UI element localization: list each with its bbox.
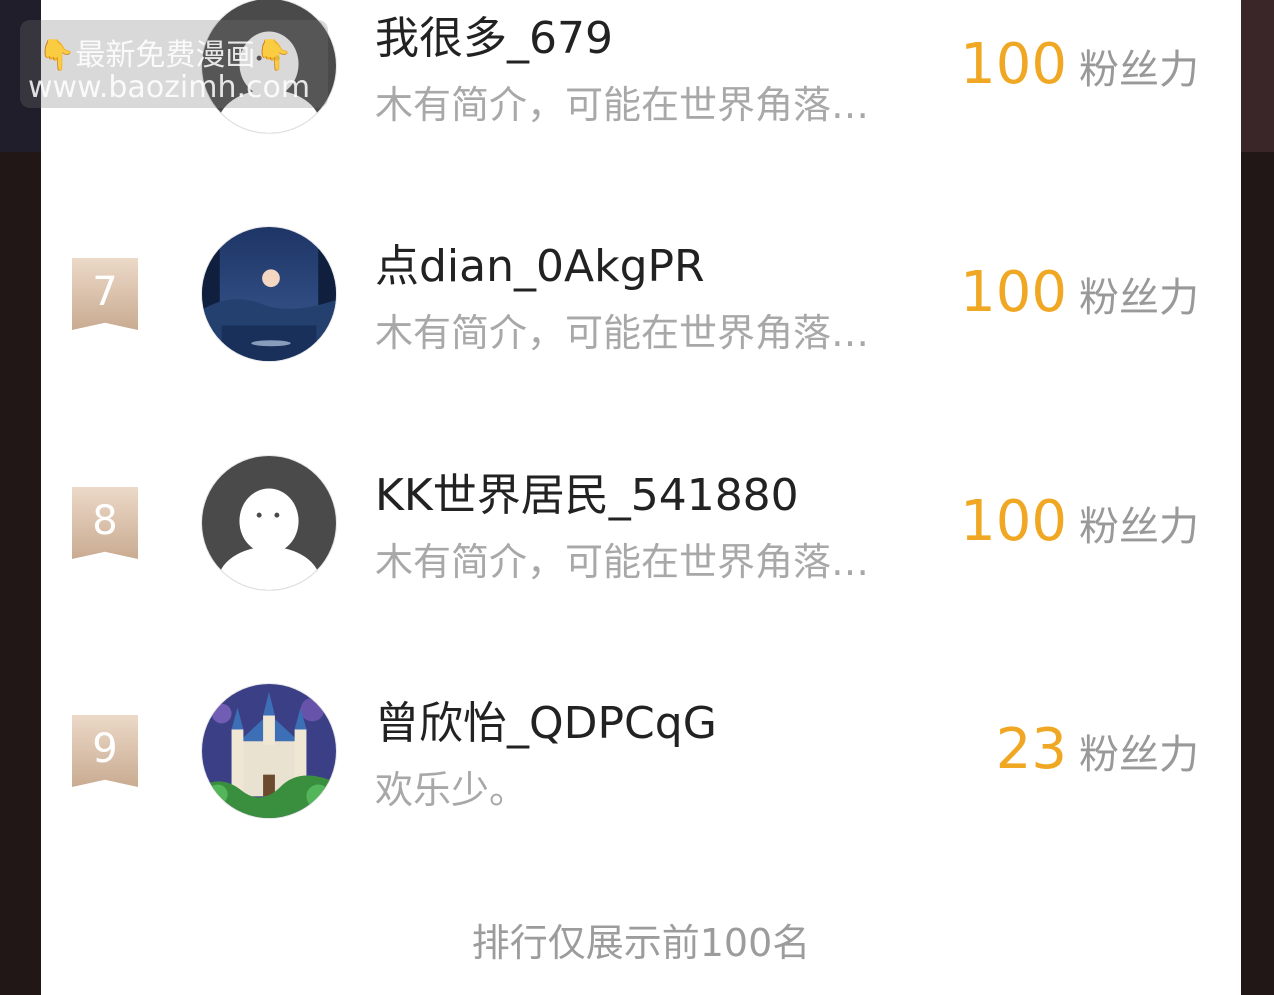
- rank-badge: 9: [72, 715, 138, 787]
- user-bio: 木有简介，可能在世界角落…: [375, 311, 870, 355]
- user-name[interactable]: 我很多_679: [375, 2, 613, 66]
- user-name[interactable]: KK世界居民_541880: [375, 459, 799, 523]
- user-avatar[interactable]: [201, 455, 337, 591]
- user-avatar[interactable]: [201, 226, 337, 362]
- ranking-row[interactable]: 7 点dian_0AkgPR 木有简介，可能在世界角落… 100 粉丝力: [41, 226, 1241, 376]
- fan-power-score: 100 粉丝力: [960, 489, 1199, 554]
- user-bio: 木有简介，可能在世界角落…: [375, 83, 870, 127]
- fan-power-value: 23: [995, 717, 1067, 782]
- fan-power-unit: 粉丝力: [1079, 504, 1199, 550]
- watermark-text: 👇最新免费漫画👇: [38, 38, 293, 73]
- ranking-row[interactable]: 9 曾欣怡_QDPCqG 欢乐少。 23 粉丝力: [41, 683, 1241, 833]
- user-bio: 欢乐少。: [375, 768, 528, 812]
- user-avatar[interactable]: [201, 683, 337, 819]
- fan-power-score: 100 粉丝力: [960, 260, 1199, 325]
- fan-power-unit: 粉丝力: [1079, 47, 1199, 93]
- fan-ranking-panel: 我很多_679 木有简介，可能在世界角落… 100 粉丝力 7 点dian_0A…: [41, 0, 1241, 995]
- fan-power-score: 23 粉丝力: [996, 717, 1199, 782]
- user-name[interactable]: 点dian_0AkgPR: [375, 230, 705, 294]
- fan-power-value: 100: [960, 260, 1067, 325]
- user-bio: 木有简介，可能在世界角落…: [375, 540, 870, 584]
- watermark-url: www.baozimh.com: [28, 70, 311, 105]
- fan-power-score: 100 粉丝力: [960, 32, 1199, 97]
- fan-power-unit: 粉丝力: [1079, 732, 1199, 778]
- ranking-footer-note: 排行仅展示前100名: [471, 921, 811, 965]
- watermark: 👇最新免费漫画👇 www.baozimh.com: [20, 20, 328, 108]
- ranking-row[interactable]: 8 KK世界居民_541880 木有简介，可能在世界角落… 100 粉丝力: [41, 455, 1241, 605]
- rank-badge: 7: [72, 258, 138, 330]
- fan-power-unit: 粉丝力: [1079, 275, 1199, 321]
- user-name[interactable]: 曾欣怡_QDPCqG: [375, 687, 717, 751]
- rank-badge: 8: [72, 487, 138, 559]
- fan-power-value: 100: [960, 489, 1067, 554]
- background-strip-right: [1241, 0, 1274, 152]
- fan-power-value: 100: [960, 32, 1067, 97]
